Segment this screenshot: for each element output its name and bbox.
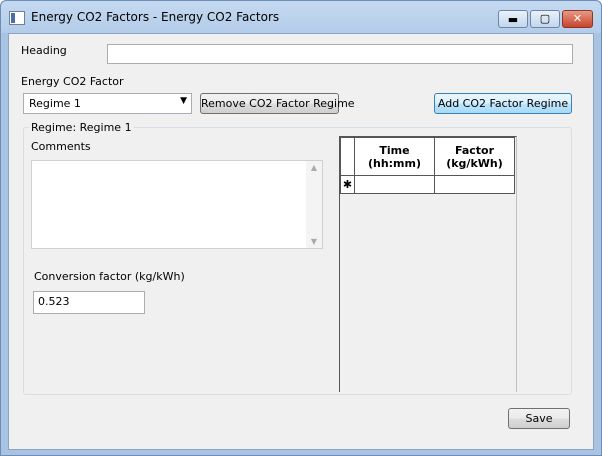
chevron-down-icon: ▼ [180, 96, 187, 106]
factor-header-line2: (kg/kWh) [446, 156, 503, 170]
heading-label: Heading [21, 44, 67, 57]
grid-new-row: ✱ [340, 175, 515, 194]
column-header-factor[interactable]: Factor (kg/kWh) [434, 137, 515, 176]
comments-label: Comments [31, 140, 91, 153]
close-icon: ✕ [572, 12, 583, 25]
regime-select[interactable]: Regime 1 ▼ [23, 93, 192, 114]
app-window: Energy CO2 Factors - Energy CO2 Factors … [0, 0, 602, 456]
grid-header-row: Time (hh:mm) Factor (kg/kWh) [340, 137, 515, 176]
heading-input[interactable] [107, 44, 573, 64]
add-regime-button[interactable]: Add CO2 Factor Regime [434, 93, 572, 114]
scroll-up-icon[interactable]: ▲ [306, 163, 322, 172]
time-cell[interactable] [354, 175, 435, 194]
time-header-line2: (hh:mm) [367, 156, 422, 170]
column-header-time[interactable]: Time (hh:mm) [354, 137, 435, 176]
dialog-body: Heading Energy CO2 Factor Regime 1 ▼ Rem… [8, 33, 594, 450]
app-icon [9, 11, 25, 25]
energy-co2-factor-label: Energy CO2 Factor [21, 75, 124, 88]
factor-header-line1: Factor [454, 143, 495, 157]
maximize-button[interactable]: ▢ [530, 10, 560, 28]
title-bar[interactable]: Energy CO2 Factors - Energy CO2 Factors … [1, 1, 601, 33]
minimize-button[interactable]: ▬ [498, 10, 528, 28]
scroll-down-icon[interactable]: ▼ [306, 237, 322, 246]
minimize-icon: ▬ [507, 13, 519, 26]
remove-regime-button[interactable]: Remove CO2 Factor Regime [200, 93, 355, 114]
time-header-line1: Time [379, 143, 410, 157]
conversion-factor-label: Conversion factor (kg/kWh) [34, 270, 185, 283]
comments-scrollbar[interactable]: ▲ ▼ [306, 161, 322, 248]
maximize-icon: ▢ [539, 12, 551, 25]
new-row-marker: ✱ [340, 175, 355, 194]
conversion-factor-input[interactable]: 0.523 [33, 291, 145, 314]
grid-corner-cell [340, 137, 355, 176]
regime-group-title: Regime: Regime 1 [29, 121, 134, 134]
factor-cell[interactable] [434, 175, 515, 194]
time-factor-grid: Time (hh:mm) Factor (kg/kWh) ✱ [339, 136, 517, 392]
comments-textarea[interactable]: ▲ ▼ [31, 160, 323, 249]
regime-select-value: Regime 1 [29, 97, 81, 110]
window-title: Energy CO2 Factors - Energy CO2 Factors [31, 10, 280, 24]
save-button[interactable]: Save [508, 408, 570, 429]
close-button[interactable]: ✕ [562, 10, 593, 28]
